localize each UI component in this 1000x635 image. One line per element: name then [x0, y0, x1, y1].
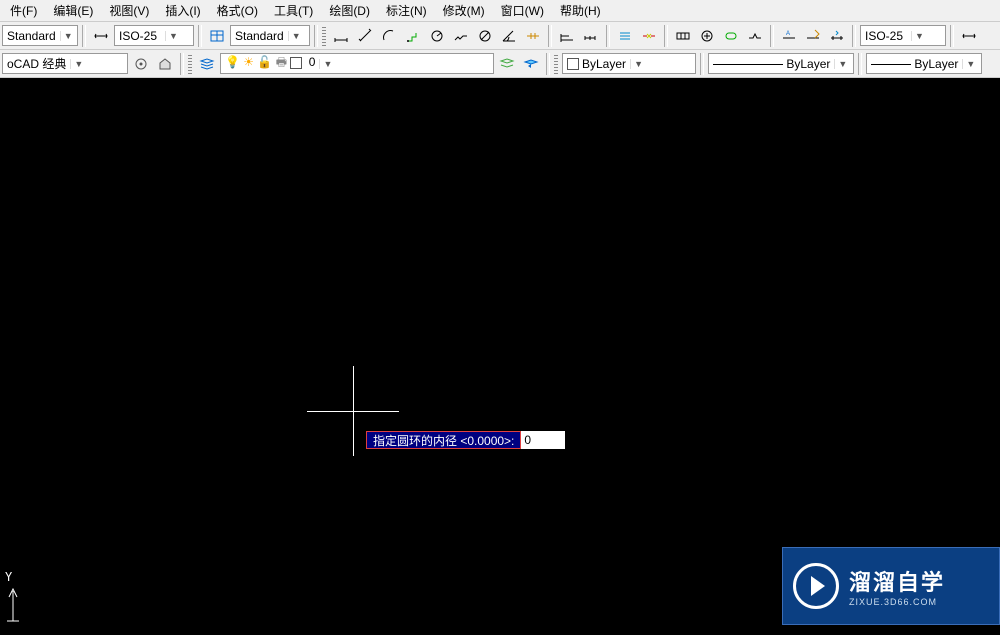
- dim-angular-icon[interactable]: [498, 25, 520, 47]
- layer-state: 💡 ☀ 🔓 🖶 0: [221, 53, 319, 74]
- jogged-linear-icon[interactable]: [744, 25, 766, 47]
- menu-dimension[interactable]: 标注(N): [378, 0, 435, 21]
- menubar: 件(F) 编辑(E) 视图(V) 插入(I) 格式(O) 工具(T) 绘图(D)…: [0, 0, 1000, 22]
- toolbar-row-2: oCAD 经典 ▼ 💡 ☀ 🔓 🖶 0 ▼ ByLayer ▼ ByLayer …: [0, 50, 1000, 78]
- chevron-down-icon: ▼: [911, 31, 927, 41]
- workspace-settings-icon[interactable]: [130, 53, 152, 75]
- dim-style-2-value: ISO-25: [861, 29, 911, 43]
- dim-style-icon-2[interactable]: [958, 25, 980, 47]
- dynamic-input-prompt: 指定圆环的内径 <0.0000>:: [366, 431, 521, 449]
- dim-aligned-icon[interactable]: [354, 25, 376, 47]
- dim-edit-icon[interactable]: A: [778, 25, 800, 47]
- dim-baseline-icon[interactable]: [556, 25, 578, 47]
- dim-continue-icon[interactable]: [580, 25, 602, 47]
- watermark-title: 溜溜自学: [849, 565, 945, 597]
- dim-linear-icon[interactable]: [330, 25, 352, 47]
- table-style-value: Standard: [231, 29, 288, 43]
- linetype-value: ByLayer: [709, 57, 834, 71]
- center-mark-icon[interactable]: [696, 25, 718, 47]
- chevron-down-icon: ▼: [60, 31, 76, 41]
- linetype-combo[interactable]: ByLayer ▼: [708, 53, 854, 74]
- dynamic-input-field[interactable]: [521, 431, 565, 449]
- dim-text-edit-icon[interactable]: [802, 25, 824, 47]
- svg-text:A: A: [786, 31, 790, 37]
- chevron-down-icon: ▼: [962, 59, 978, 69]
- dynamic-input: 指定圆环的内径 <0.0000>:: [366, 431, 565, 449]
- toolbar-row-1: Standard ▼ ISO-25 ▼ Standard ▼ A ISO-25 …: [0, 22, 1000, 50]
- menu-help[interactable]: 帮助(H): [552, 0, 609, 21]
- layer-previous-icon[interactable]: [520, 53, 542, 75]
- chevron-down-icon: ▼: [834, 59, 850, 69]
- text-style-value: Standard: [3, 29, 60, 43]
- color-combo[interactable]: ByLayer ▼: [562, 53, 696, 74]
- dim-style-value: ISO-25: [115, 29, 165, 43]
- chevron-down-icon: ▼: [630, 59, 646, 69]
- menu-insert[interactable]: 插入(I): [157, 0, 208, 21]
- dim-style-combo[interactable]: ISO-25 ▼: [114, 25, 194, 46]
- dim-ordinate-icon[interactable]: [402, 25, 424, 47]
- my-workspace-icon[interactable]: [154, 53, 176, 75]
- table-style-combo[interactable]: Standard ▼: [230, 25, 310, 46]
- text-style-combo[interactable]: Standard ▼: [2, 25, 78, 46]
- dim-update-icon[interactable]: [826, 25, 848, 47]
- menu-view[interactable]: 视图(V): [101, 0, 157, 21]
- dim-arc-icon[interactable]: [378, 25, 400, 47]
- crosshair-vertical: [353, 366, 354, 456]
- chevron-down-icon: ▼: [165, 31, 181, 41]
- drawing-canvas[interactable]: 指定圆环的内径 <0.0000>: Y 溜溜自学 ZIXUE.3D66.COM: [0, 78, 1000, 635]
- dim-radius-icon[interactable]: [426, 25, 448, 47]
- watermark: 溜溜自学 ZIXUE.3D66.COM: [782, 547, 1000, 625]
- menu-window[interactable]: 窗口(W): [493, 0, 552, 21]
- workspace-value: oCAD 经典: [3, 55, 70, 72]
- dim-style-icon[interactable]: [90, 25, 112, 47]
- layer-manager-icon[interactable]: [196, 53, 218, 75]
- dim-space-icon[interactable]: [614, 25, 636, 47]
- dim-diameter-icon[interactable]: [474, 25, 496, 47]
- ucs-y-label: Y: [5, 570, 13, 584]
- workspace-combo[interactable]: oCAD 经典 ▼: [2, 53, 128, 74]
- tolerance-icon[interactable]: [672, 25, 694, 47]
- chevron-down-icon: ▼: [319, 59, 335, 69]
- lineweight-value: ByLayer: [867, 57, 962, 71]
- chevron-down-icon: ▼: [70, 59, 86, 69]
- table-style-icon[interactable]: [206, 25, 228, 47]
- inspection-icon[interactable]: [720, 25, 742, 47]
- dim-style-combo-2[interactable]: ISO-25 ▼: [860, 25, 946, 46]
- chevron-down-icon: ▼: [288, 31, 304, 41]
- play-icon: [793, 563, 839, 609]
- menu-modify[interactable]: 修改(M): [435, 0, 493, 21]
- dim-break-icon[interactable]: [638, 25, 660, 47]
- menu-draw[interactable]: 绘图(D): [321, 0, 378, 21]
- ucs-icon: Y: [3, 571, 33, 629]
- color-value: ByLayer: [563, 57, 630, 71]
- menu-format[interactable]: 格式(O): [209, 0, 266, 21]
- menu-file[interactable]: 件(F): [2, 0, 45, 21]
- lineweight-combo[interactable]: ByLayer ▼: [866, 53, 982, 74]
- layer-combo[interactable]: 💡 ☀ 🔓 🖶 0 ▼: [220, 53, 494, 74]
- layer-name: 0: [309, 55, 316, 69]
- layer-states-icon[interactable]: [496, 53, 518, 75]
- menu-tools[interactable]: 工具(T): [266, 0, 321, 21]
- dim-jogged-icon[interactable]: [450, 25, 472, 47]
- quick-dim-icon[interactable]: [522, 25, 544, 47]
- watermark-sub: ZIXUE.3D66.COM: [849, 597, 945, 607]
- menu-edit[interactable]: 编辑(E): [45, 0, 101, 21]
